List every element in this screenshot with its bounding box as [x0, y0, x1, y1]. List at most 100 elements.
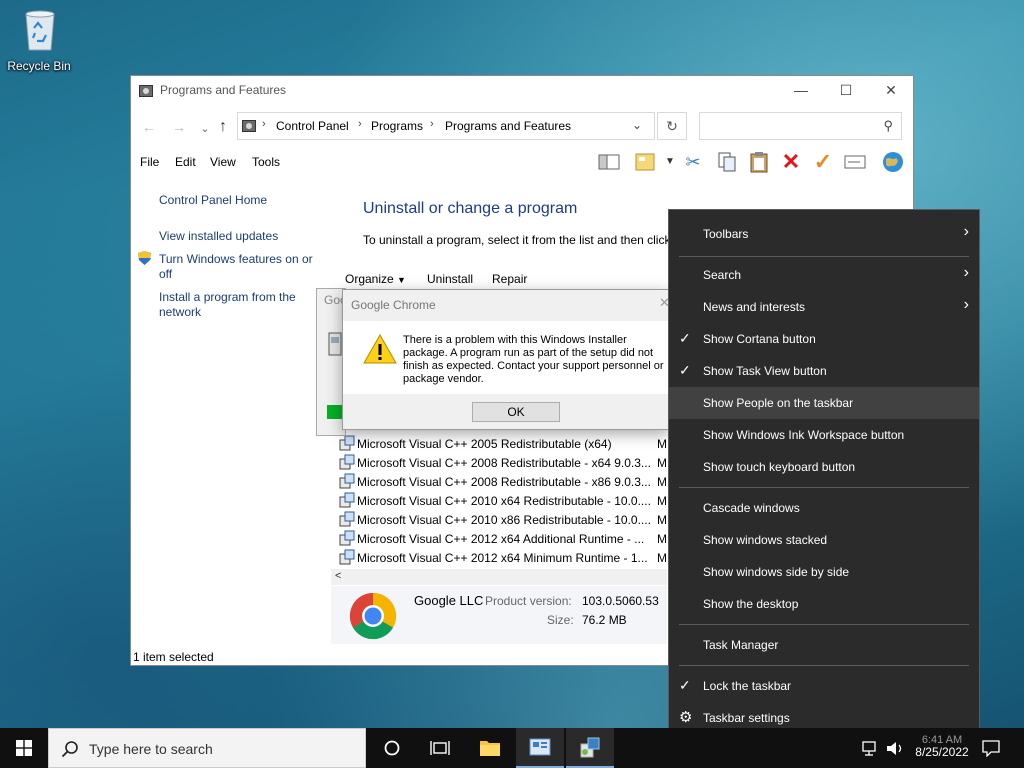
delete-icon[interactable]: ✕: [779, 150, 803, 174]
menu-item-news-and-interests[interactable]: News and interests ›: [669, 291, 979, 323]
menu-item-windows-stacked[interactable]: Show windows stacked: [669, 524, 979, 556]
globe-icon[interactable]: [881, 150, 905, 174]
breadcrumb-control-panel[interactable]: Control Panel: [276, 119, 349, 133]
status-bar: 1 item selected: [131, 646, 667, 666]
scroll-left-icon[interactable]: <: [335, 570, 341, 582]
cortana-button[interactable]: [368, 728, 416, 768]
rename-icon[interactable]: [843, 150, 867, 174]
program-name: Microsoft Visual C++ 2010 x86 Redistribu…: [357, 513, 651, 527]
properties-check-icon[interactable]: ✓: [811, 150, 835, 174]
program-publisher: M: [657, 437, 667, 451]
details-size: 76.2 MB: [582, 613, 627, 627]
organize-button[interactable]: Organize ▼: [345, 272, 406, 286]
menu-file[interactable]: File: [140, 155, 159, 169]
menu-view[interactable]: View: [210, 155, 236, 169]
menu-item-search[interactable]: Search ›: [669, 259, 979, 291]
menu-item-show-cortana[interactable]: ✓ Show Cortana button: [669, 323, 979, 355]
checkmark-icon: ✓: [679, 677, 691, 693]
up-arrow-icon[interactable]: ↑: [213, 117, 233, 137]
minimize-button[interactable]: —: [778, 76, 824, 105]
cut-icon[interactable]: ✂: [681, 150, 705, 174]
program-publisher: M: [657, 475, 667, 489]
uac-shield-icon: [138, 251, 151, 265]
repair-button[interactable]: Repair: [492, 272, 527, 286]
ok-button[interactable]: OK: [472, 402, 560, 422]
menu-item-show-ink-workspace[interactable]: Show Windows Ink Workspace button: [669, 419, 979, 451]
control-panel-taskbar-button[interactable]: [516, 728, 564, 768]
action-center-icon[interactable]: [982, 740, 1000, 757]
taskbar-search-box[interactable]: Type here to search: [48, 728, 366, 768]
install-from-network-link[interactable]: Install a program from the network: [159, 290, 309, 320]
list-item[interactable]: Microsoft Visual C++ 2010 x86 Redistribu…: [337, 510, 667, 529]
start-button[interactable]: [0, 728, 48, 768]
installer-taskbar-button[interactable]: [566, 728, 614, 768]
list-item[interactable]: Microsoft Visual C++ 2008 Redistributabl…: [337, 453, 667, 472]
menu-tools[interactable]: Tools: [252, 155, 280, 169]
program-name: Microsoft Visual C++ 2005 Redistributabl…: [357, 437, 612, 451]
horizontal-scrollbar[interactable]: <: [331, 569, 667, 585]
menu-item-label: Show the desktop: [703, 597, 799, 611]
menu-item-task-manager[interactable]: Task Manager: [669, 629, 979, 661]
menu-item-label: News and interests: [703, 300, 806, 314]
program-publisher: M: [657, 551, 667, 565]
cortana-circle-icon: [384, 740, 400, 756]
network-icon[interactable]: [862, 741, 880, 756]
back-arrow-icon[interactable]: ←: [139, 117, 159, 137]
menu-item-show-touch-keyboard[interactable]: Show touch keyboard button: [669, 451, 979, 483]
program-name: Microsoft Visual C++ 2012 x64 Additional…: [357, 532, 645, 546]
program-publisher: M: [657, 513, 667, 527]
menu-item-side-by-side[interactable]: Show windows side by side: [669, 556, 979, 588]
control-panel-app-icon: [529, 738, 551, 756]
recycle-bin-desktop-icon[interactable]: Recycle Bin: [6, 6, 72, 76]
task-view-button[interactable]: [416, 728, 464, 768]
taskbar-context-menu: Toolbars › Search › News and interests ›…: [668, 209, 980, 742]
list-item[interactable]: Microsoft Visual C++ 2012 x64 Additional…: [337, 529, 667, 548]
search-input[interactable]: ⚲: [699, 112, 902, 140]
volume-icon[interactable]: [886, 741, 904, 756]
windows-features-link[interactable]: Turn Windows features on or off: [159, 252, 319, 282]
address-control-panel-icon: [242, 120, 256, 132]
recent-chevron-icon[interactable]: ⌄: [195, 119, 215, 139]
menu-item-toolbars[interactable]: Toolbars ›: [669, 218, 979, 250]
title-bar[interactable]: Programs and Features — ☐ ✕: [131, 76, 913, 106]
menu-item-lock-taskbar[interactable]: ✓ Lock the taskbar: [669, 670, 979, 702]
menu-item-show-people[interactable]: Show People on the taskbar: [669, 387, 979, 419]
list-item[interactable]: Microsoft Visual C++ 2008 Redistributabl…: [337, 472, 667, 491]
paste-icon[interactable]: [747, 150, 771, 174]
forward-arrow-icon[interactable]: →: [169, 117, 189, 137]
installer-icon: [339, 473, 355, 489]
recycle-bin-label: Recycle Bin: [7, 59, 71, 73]
maximize-button[interactable]: ☐: [823, 76, 869, 105]
command-bar: Organize ▼ Uninstall Repair: [337, 266, 667, 290]
submenu-arrow-icon: ›: [963, 223, 969, 240]
system-clock[interactable]: 6:41 AM 8/25/2022: [912, 732, 972, 760]
close-button[interactable]: ✕: [868, 76, 914, 105]
program-list: Microsoft Visual C++ 2005 Redistributabl…: [337, 434, 667, 567]
file-explorer-taskbar-button[interactable]: [466, 728, 514, 768]
view-installed-updates-link[interactable]: View installed updates: [159, 229, 278, 244]
view-options-icon[interactable]: [633, 150, 657, 174]
menu-item-show-task-view[interactable]: ✓ Show Task View button: [669, 355, 979, 387]
preview-pane-icon[interactable]: [597, 150, 621, 174]
uninstall-button[interactable]: Uninstall: [427, 272, 473, 286]
view-options-dropdown-icon[interactable]: ▼: [665, 156, 675, 167]
menu-item-cascade-windows[interactable]: Cascade windows: [669, 492, 979, 524]
list-item[interactable]: Microsoft Visual C++ 2012 x64 Minimum Ru…: [337, 548, 667, 567]
warning-icon: [363, 334, 397, 364]
breadcrumb-programs[interactable]: Programs: [371, 119, 423, 133]
address-dropdown-icon[interactable]: ⌄: [632, 118, 642, 132]
menu-edit[interactable]: Edit: [175, 155, 196, 169]
details-pane: Google LLC Product version: 103.0.5060.5…: [331, 586, 667, 644]
address-bar[interactable]: › Control Panel › Programs › Programs an…: [237, 112, 655, 140]
control-panel-home-link[interactable]: Control Panel Home: [159, 193, 267, 208]
search-icon: [61, 741, 78, 758]
windows-logo-icon: [16, 740, 32, 756]
list-item[interactable]: Microsoft Visual C++ 2010 x64 Redistribu…: [337, 491, 667, 510]
menu-item-show-desktop[interactable]: Show the desktop: [669, 588, 979, 620]
copy-icon[interactable]: [715, 150, 739, 174]
refresh-icon[interactable]: ↻: [657, 112, 687, 140]
list-item[interactable]: Microsoft Visual C++ 2005 Redistributabl…: [337, 434, 667, 453]
google-chrome-logo-icon: [349, 592, 397, 640]
menu-separator: [679, 256, 969, 257]
breadcrumb-programs-and-features[interactable]: Programs and Features: [445, 119, 571, 133]
